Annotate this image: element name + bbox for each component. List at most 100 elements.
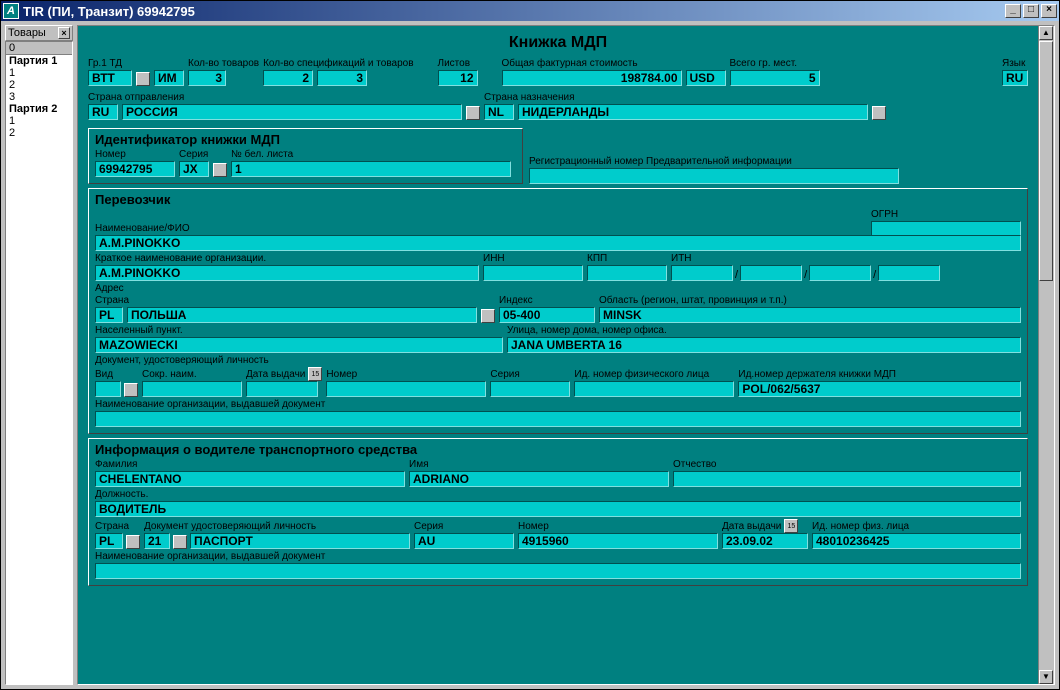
list-item[interactable]: 3 [6, 91, 72, 103]
doc-number-field[interactable] [326, 381, 486, 397]
group-title: Идентификатор книжки МДП [95, 132, 516, 147]
carrier-country-code[interactable]: PL [95, 307, 123, 323]
itn-field[interactable] [809, 265, 871, 281]
scroll-thumb[interactable] [1039, 41, 1053, 281]
list-item[interactable]: 0 [6, 42, 72, 55]
flag-icon[interactable] [466, 106, 480, 120]
sheets-field[interactable]: 12 [438, 70, 478, 86]
label: ОГРН [871, 209, 1021, 220]
list-item[interactable]: 2 [6, 79, 72, 91]
calendar-icon[interactable]: 15 [308, 367, 322, 381]
driver-doc-series[interactable]: AU [414, 533, 514, 549]
carnet-id-group: Идентификатор книжки МДП Номер 69942795 … [88, 128, 523, 184]
label: ИТН [671, 253, 940, 264]
street-field[interactable]: JANA UMBERTA 16 [507, 337, 1021, 353]
itn-field[interactable] [671, 265, 733, 281]
label: Кол-во спецификаций и товаров [263, 58, 413, 69]
scroll-down-icon[interactable]: ▼ [1039, 670, 1053, 684]
list-item[interactable]: Партия 2 [6, 103, 72, 115]
flag-icon[interactable] [126, 535, 140, 549]
list-item[interactable]: 1 [6, 115, 72, 127]
group-title: Информация о водителе транспортного сред… [95, 442, 1021, 457]
list-item[interactable]: 2 [6, 127, 72, 139]
carrier-short-name[interactable]: A.M.PINOKKO [95, 265, 479, 281]
index-field[interactable]: 05-400 [499, 307, 595, 323]
calendar-icon[interactable]: 15 [784, 519, 798, 533]
flag-icon[interactable] [872, 106, 886, 120]
driver-doctype-code[interactable]: 21 [144, 533, 170, 549]
dst-country-name[interactable]: НИДЕРЛАНДЫ [518, 104, 868, 120]
lang-field[interactable]: RU [1002, 70, 1028, 86]
carrier-country-name[interactable]: ПОЛЬША [127, 307, 477, 323]
label: Язык [1002, 58, 1028, 69]
list-item[interactable]: 1 [6, 67, 72, 79]
dep-country-name[interactable]: РОССИЯ [122, 104, 462, 120]
driver-doc-number[interactable]: 4915960 [518, 533, 718, 549]
minimize-button[interactable]: _ [1005, 4, 1021, 18]
label: Номер [518, 521, 718, 532]
picker-icon[interactable] [124, 383, 138, 397]
regnum-field[interactable] [529, 168, 899, 184]
idholder-field[interactable]: POL/062/5637 [738, 381, 1021, 397]
picker-icon[interactable] [173, 535, 187, 549]
picker-icon[interactable] [136, 72, 150, 86]
driver-idphys[interactable]: 48010236425 [812, 533, 1021, 549]
itn-field[interactable] [878, 265, 940, 281]
label: Страна отправления [88, 92, 462, 103]
currency-field[interactable]: USD [686, 70, 726, 86]
cost-field[interactable]: 198784.00 [502, 70, 682, 86]
inn-field[interactable] [483, 265, 583, 281]
driver-doc-date[interactable]: 23.09.02 [722, 533, 808, 549]
carnet-series-field[interactable]: JX [179, 161, 209, 177]
im-field[interactable]: ИМ [154, 70, 184, 86]
carrier-name-field[interactable]: A.M.PINOKKO [95, 235, 1021, 251]
places-field[interactable]: 5 [730, 70, 820, 86]
label: Наименование организации, выдавшей докум… [95, 399, 1021, 410]
driver-firstname[interactable]: ADRIANO [409, 471, 669, 487]
white-sheet-field[interactable]: 1 [231, 161, 511, 177]
issuing-org-field[interactable] [95, 411, 1021, 427]
doc-issued-field[interactable] [246, 381, 318, 397]
settlement-field[interactable]: MAZOWIECKI [95, 337, 503, 353]
list-item[interactable]: Партия 1 [6, 55, 72, 67]
window: A TIR (ПИ, Транзит) 69942795 _ □ × Товар… [0, 0, 1060, 690]
itn-field[interactable] [740, 265, 802, 281]
gr1td-field[interactable]: ВТТ [88, 70, 132, 86]
label: ИНН [483, 253, 583, 264]
spec1-field[interactable]: 2 [263, 70, 313, 86]
titlebar[interactable]: A TIR (ПИ, Транзит) 69942795 _ □ × [1, 1, 1059, 21]
driver-doctype-name[interactable]: ПАСПОРТ [190, 533, 410, 549]
close-button[interactable]: × [1041, 4, 1057, 18]
spec2-field[interactable]: 3 [317, 70, 367, 86]
vertical-scrollbar[interactable]: ▲ ▼ [1038, 26, 1054, 684]
label: Ид. номер физического лица [574, 369, 734, 380]
driver-patronymic[interactable] [673, 471, 1021, 487]
driver-position[interactable]: ВОДИТЕЛЬ [95, 501, 1021, 517]
maximize-button[interactable]: □ [1023, 4, 1039, 18]
label: Кол-во товаров [188, 58, 259, 69]
goods-list[interactable]: 0 Партия 1 1 2 3 Партия 2 1 2 [5, 41, 73, 685]
driver-issuing-org[interactable] [95, 563, 1021, 579]
doc-series-field[interactable] [490, 381, 570, 397]
region-field[interactable]: MINSK [599, 307, 1021, 323]
flag-icon[interactable] [481, 309, 495, 323]
picker-icon[interactable] [213, 163, 227, 177]
scroll-up-icon[interactable]: ▲ [1039, 26, 1053, 40]
dst-country-code[interactable]: NL [484, 104, 514, 120]
goods-count-field[interactable]: 3 [188, 70, 226, 86]
label: Сокр. наим. [142, 369, 242, 380]
goods-panel-close-icon[interactable]: × [58, 27, 70, 39]
kpp-field[interactable] [587, 265, 667, 281]
idphys-field[interactable] [574, 381, 734, 397]
dep-country-code[interactable]: RU [88, 104, 118, 120]
label: Дата выдачи [722, 521, 781, 532]
doc-kind-field[interactable] [95, 381, 121, 397]
driver-country-code[interactable]: PL [95, 533, 123, 549]
driver-lastname[interactable]: CHELENTANO [95, 471, 405, 487]
label: Всего гр. мест. [730, 58, 820, 69]
doc-abbr-field[interactable] [142, 381, 242, 397]
carnet-number-field[interactable]: 69942795 [95, 161, 175, 177]
window-title: TIR (ПИ, Транзит) 69942795 [23, 4, 195, 19]
label: Номер [326, 369, 486, 380]
label: Вид [95, 369, 138, 380]
